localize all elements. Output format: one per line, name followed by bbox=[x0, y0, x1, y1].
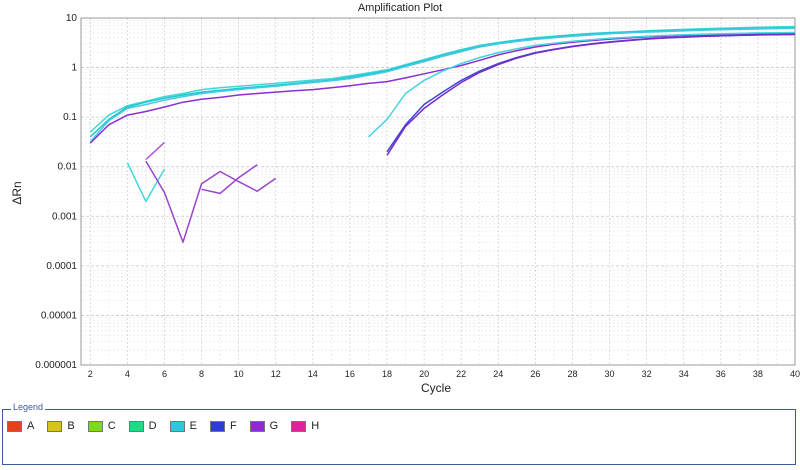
legend-swatch bbox=[87, 420, 103, 432]
legend-swatch bbox=[291, 420, 307, 432]
x-tick-label: 20 bbox=[419, 369, 429, 379]
x-tick-label: 32 bbox=[642, 369, 652, 379]
legend-label: B bbox=[67, 420, 75, 432]
y-tick-labels: 10 1 0.1 0.01 0.001 0.0001 0.00001 0.000001 bbox=[35, 13, 77, 371]
x-tick-labels: 2 4 6 8 10 12 14 16 18 20 22 24 26 28 30 32 34 36 38 40 bbox=[88, 369, 800, 379]
x-tick-label: 6 bbox=[162, 369, 167, 379]
y-axis-label: ΔRn bbox=[10, 181, 24, 204]
amplification-curve bbox=[367, 31, 796, 138]
legend-item-c[interactable]: C bbox=[87, 420, 116, 432]
x-tick-label: 40 bbox=[790, 369, 800, 379]
x-tick-label: 36 bbox=[716, 369, 726, 379]
y-tick-label: 0.001 bbox=[52, 211, 77, 222]
x-tick-label: 10 bbox=[234, 369, 244, 379]
y-tick-label: 1 bbox=[71, 63, 77, 74]
y-tick-label: 0.000001 bbox=[35, 360, 77, 371]
legend-label: D bbox=[148, 420, 157, 432]
legend-swatch bbox=[169, 420, 185, 432]
x-tick-label: 8 bbox=[199, 369, 204, 379]
legend-label: H bbox=[311, 420, 320, 432]
legend-swatch bbox=[249, 420, 265, 432]
x-axis-label: Cycle bbox=[421, 381, 451, 395]
legend-items: A B C D E F G H bbox=[7, 420, 332, 432]
y-tick-label: 0.0001 bbox=[46, 261, 77, 272]
legend-label: G bbox=[269, 420, 279, 432]
y-tick-label: 0.00001 bbox=[41, 310, 78, 321]
legend-item-a[interactable]: A bbox=[7, 420, 34, 432]
x-tick-label: 26 bbox=[530, 369, 540, 379]
x-tick-label: 2 bbox=[88, 369, 93, 379]
legend-item-g[interactable]: G bbox=[249, 420, 279, 432]
legend-label: A bbox=[27, 420, 35, 432]
legend-item-h[interactable]: H bbox=[291, 420, 319, 432]
amplification-plot: 1010.10.010.0010.00010.000010.000001 246… bbox=[10, 2, 800, 395]
x-tick-label: 28 bbox=[567, 369, 577, 379]
y-tick-label: 0.01 bbox=[58, 162, 78, 173]
legend-swatch bbox=[7, 420, 22, 432]
x-tick-label: 24 bbox=[493, 369, 503, 379]
legend-swatch bbox=[47, 420, 63, 432]
y-tick-label: 10 bbox=[66, 13, 78, 24]
chart-title: Amplification Plot bbox=[358, 2, 442, 14]
legend-label: F bbox=[229, 420, 237, 432]
legend-swatch bbox=[128, 420, 144, 432]
x-tick-label: 34 bbox=[679, 369, 689, 379]
x-tick-label: 14 bbox=[308, 369, 318, 379]
x-tick-label: 4 bbox=[125, 369, 130, 379]
legend-title: Legend bbox=[11, 402, 46, 412]
x-tick-label: 30 bbox=[605, 369, 615, 379]
x-tick-label: 12 bbox=[271, 369, 281, 379]
x-tick-label: 38 bbox=[753, 369, 763, 379]
legend-item-e[interactable]: E bbox=[169, 420, 197, 432]
legend-swatch bbox=[209, 420, 225, 432]
x-tick-label: 16 bbox=[345, 369, 355, 379]
legend-label: E bbox=[189, 420, 197, 432]
y-tick-label: 0.1 bbox=[63, 112, 77, 123]
legend-label: C bbox=[107, 420, 116, 432]
legend-item-b[interactable]: B bbox=[47, 420, 75, 432]
legend-panel: Legend A B C D E F G H bbox=[2, 402, 796, 465]
x-tick-label: 18 bbox=[382, 369, 392, 379]
amplification-curve bbox=[145, 141, 166, 161]
x-tick-label: 22 bbox=[456, 369, 466, 379]
legend-item-d[interactable]: D bbox=[128, 420, 157, 432]
legend-item-f[interactable]: F bbox=[209, 420, 237, 432]
